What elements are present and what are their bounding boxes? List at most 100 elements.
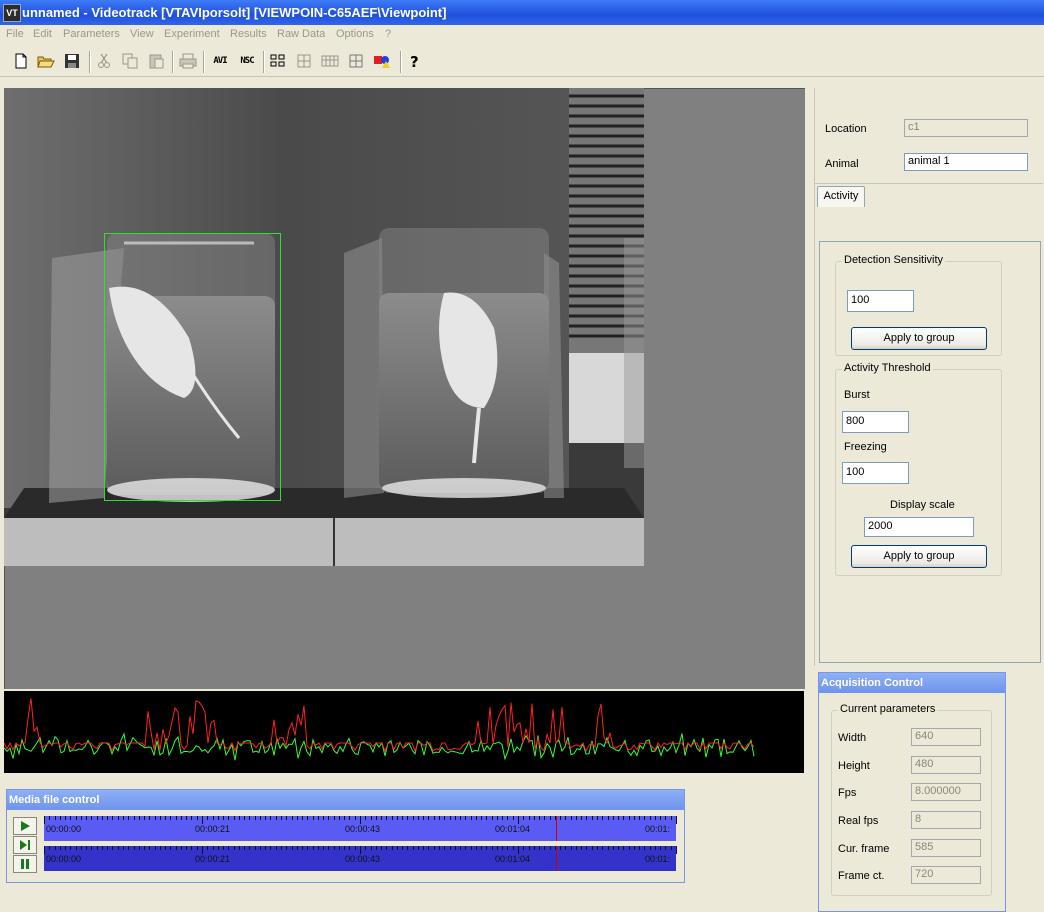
display-scale-input[interactable]: 2000 bbox=[864, 517, 974, 537]
menu-file[interactable]: File bbox=[6, 28, 24, 40]
copy-icon[interactable] bbox=[120, 51, 140, 71]
timeline-tick bbox=[81, 816, 82, 820]
timeline-tick bbox=[339, 846, 340, 850]
partial-cylinder bbox=[624, 238, 644, 468]
video-frame[interactable] bbox=[4, 88, 644, 566]
time-label: 00:01: bbox=[645, 824, 671, 834]
menu-results[interactable]: Results bbox=[230, 28, 267, 40]
timeline-tick bbox=[255, 816, 256, 820]
play-button[interactable] bbox=[13, 817, 37, 835]
location-field[interactable]: c1 bbox=[904, 119, 1028, 137]
timeline-tick bbox=[286, 816, 287, 820]
print-icon[interactable] bbox=[178, 51, 198, 71]
timeline-tick bbox=[270, 846, 271, 850]
timeline-tick bbox=[450, 846, 451, 850]
open-folder-icon[interactable] bbox=[36, 51, 56, 71]
timeline-tick bbox=[534, 846, 535, 850]
timeline-tick bbox=[118, 846, 119, 850]
timeline-tick bbox=[55, 816, 56, 820]
timeline-tick bbox=[618, 816, 619, 820]
freezing-input[interactable]: 100 bbox=[842, 462, 909, 484]
menu-raw-data[interactable]: Raw Data bbox=[277, 28, 325, 40]
timeline-tick bbox=[365, 816, 366, 820]
menu-options[interactable]: Options bbox=[336, 28, 374, 40]
grid-icon[interactable] bbox=[346, 51, 366, 71]
new-file-icon[interactable] bbox=[11, 51, 31, 71]
timeline-tick bbox=[128, 816, 129, 820]
timeline-tick bbox=[481, 816, 482, 820]
timeline-tick bbox=[597, 846, 598, 850]
avi-icon[interactable]: AVI bbox=[208, 51, 232, 71]
timeline-tick bbox=[618, 846, 619, 850]
timeline-tick bbox=[560, 846, 561, 850]
zones-icon[interactable] bbox=[268, 51, 288, 71]
paste-icon[interactable] bbox=[146, 51, 166, 71]
right-cylinder bbox=[344, 228, 564, 498]
timeline-tick bbox=[529, 816, 530, 820]
avi-icon-label: AVI bbox=[213, 56, 227, 66]
grid-dim-icon[interactable] bbox=[294, 51, 314, 71]
timeline-track-top[interactable]: 00:00:00 00:00:21 00:00:43 00:01:04 00:0… bbox=[44, 816, 677, 841]
timeline-tick bbox=[507, 816, 508, 820]
step-button[interactable] bbox=[13, 836, 37, 854]
tab-activity[interactable]: Activity bbox=[817, 186, 865, 207]
menu-experiment[interactable]: Experiment bbox=[164, 28, 220, 40]
timeline-tick bbox=[660, 846, 661, 850]
timeline-tick bbox=[318, 816, 319, 820]
timeline-tick bbox=[102, 816, 103, 820]
menu-parameters[interactable]: Parameters bbox=[63, 28, 120, 40]
timeline-tick bbox=[134, 846, 135, 850]
timeline-tick bbox=[160, 846, 161, 850]
menu-help[interactable]: ? bbox=[385, 28, 391, 40]
timeline-tick bbox=[349, 816, 350, 820]
playhead-cursor[interactable] bbox=[556, 846, 557, 871]
timeline-tick bbox=[455, 816, 456, 820]
color-shapes-icon[interactable] bbox=[372, 51, 392, 71]
timeline-tick bbox=[413, 846, 414, 850]
playhead-cursor[interactable] bbox=[556, 816, 557, 841]
apply-sensitivity-button[interactable]: Apply to group bbox=[851, 327, 987, 350]
timeline-tick bbox=[676, 846, 677, 854]
timeline-tick bbox=[170, 816, 171, 820]
timeline-tick bbox=[376, 816, 377, 820]
menu-edit[interactable]: Edit bbox=[33, 28, 52, 40]
toolbar-separator bbox=[263, 51, 265, 73]
detection-sensitivity-input[interactable]: 100 bbox=[847, 290, 914, 312]
timeline-tick bbox=[123, 816, 124, 820]
timeline-tick bbox=[65, 816, 66, 820]
timeline-tick bbox=[255, 846, 256, 850]
timeline-tick bbox=[397, 816, 398, 820]
apply-threshold-button[interactable]: Apply to group bbox=[851, 545, 987, 568]
timeline-tick bbox=[223, 846, 224, 850]
timeline-tick bbox=[313, 846, 314, 850]
save-icon[interactable] bbox=[62, 51, 82, 71]
timeline-tick bbox=[297, 816, 298, 820]
time-label: 00:01:04 bbox=[495, 854, 531, 864]
timeline-tick bbox=[86, 846, 87, 850]
timeline-tick bbox=[544, 846, 545, 850]
pause-button[interactable] bbox=[13, 855, 37, 873]
timeline-tick bbox=[260, 816, 261, 820]
width-field: 640 bbox=[911, 728, 981, 746]
timeline-tick bbox=[434, 816, 435, 820]
timeline-tick bbox=[49, 816, 50, 820]
timeline-tick bbox=[371, 846, 372, 850]
timeline-tick bbox=[160, 816, 161, 820]
timeline-tick bbox=[576, 846, 577, 850]
timeline-tick bbox=[655, 846, 656, 850]
animal-field[interactable]: animal 1 bbox=[904, 153, 1028, 171]
help-icon[interactable]: ? bbox=[405, 51, 425, 71]
timeline-tick bbox=[602, 846, 603, 850]
timeline-tick bbox=[149, 846, 150, 850]
timeline-tick bbox=[476, 816, 477, 820]
timeline-tick bbox=[371, 816, 372, 820]
timeline-tick bbox=[565, 816, 566, 820]
acquisition-header: Acquisition Control bbox=[819, 673, 1005, 693]
burst-input[interactable]: 800 bbox=[842, 411, 909, 433]
cut-icon[interactable] bbox=[94, 51, 114, 71]
menu-view[interactable]: View bbox=[130, 28, 154, 40]
nsc-icon[interactable]: NSC bbox=[235, 51, 259, 71]
timeline-tick bbox=[86, 816, 87, 820]
layout-icon[interactable] bbox=[320, 51, 340, 71]
timeline-track-bottom[interactable]: 00:00:00 00:00:21 00:00:43 00:01:04 00:0… bbox=[44, 846, 677, 871]
